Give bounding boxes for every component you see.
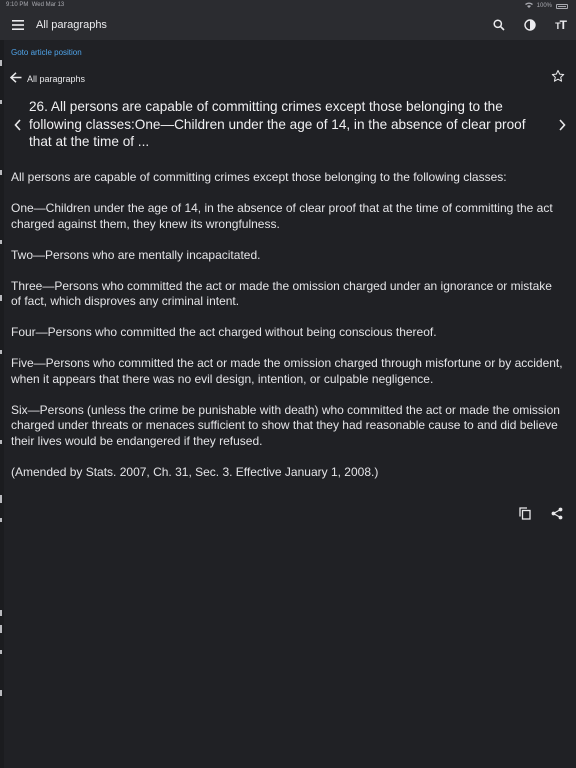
status-right: 100% (524, 2, 568, 10)
article-paragraph: All persons are capable of committing cr… (11, 170, 507, 184)
battery-icon (556, 3, 568, 9)
article-heading: 26. All persons are capable of committin… (29, 99, 526, 150)
app-bar-actions: TT (483, 10, 576, 40)
app-bar: All paragraphs TT (0, 10, 576, 40)
goto-article-position-link[interactable]: Goto article position (11, 48, 82, 57)
edge-mark (0, 625, 2, 633)
hamburger-menu-icon[interactable] (0, 10, 36, 40)
back-label: All paragraphs (27, 74, 86, 84)
edge-mark (0, 240, 2, 244)
status-time-text: 9:10 PM (6, 2, 29, 8)
star-outline-icon[interactable] (551, 69, 565, 88)
article-paragraph: Six—Persons (unless the crime be punisha… (11, 402, 560, 448)
edge-mark (0, 518, 2, 522)
edge-mark (0, 60, 2, 66)
edge-mark (0, 170, 2, 175)
edge-mark (0, 440, 2, 444)
share-icon[interactable] (548, 505, 566, 521)
edge-mark (0, 495, 2, 503)
article-amendment-note: (Amended by Stats. 2007, Ch. 31, Sec. 3.… (11, 464, 379, 479)
article-paragraph: Five—Persons who committed the act or ma… (11, 356, 563, 386)
app-bar-title: All paragraphs (36, 19, 107, 31)
back-to-all-paragraphs[interactable]: All paragraphs (9, 70, 86, 88)
status-time: 9:10 PM Wed Mar 13 (6, 2, 64, 8)
contrast-icon[interactable] (514, 10, 545, 40)
article-heading-section: 26. All persons are capable of committin… (0, 98, 576, 154)
article-paragraph: Four—Persons who committed the act charg… (11, 325, 437, 339)
chevron-left-icon[interactable] (14, 118, 22, 136)
chevron-right-icon[interactable] (558, 118, 566, 136)
font-size-icon[interactable]: TT (545, 10, 576, 40)
copy-icon[interactable] (516, 505, 534, 521)
status-date-text: Wed Mar 13 (31, 2, 65, 8)
status-bar: 9:10 PM Wed Mar 13 100% (0, 0, 576, 10)
font-size-glyph: TT (555, 18, 567, 32)
article-paragraph: One—Children under the age of 14, in the… (11, 201, 553, 231)
search-icon[interactable] (483, 10, 514, 40)
article-actions (516, 505, 566, 521)
edge-mark (0, 650, 2, 654)
edge-mark (0, 690, 2, 696)
article-body: All persons are capable of committing cr… (11, 170, 563, 496)
article-paragraph: Two—Persons who are mentally incapacitat… (11, 247, 261, 262)
edge-mark (0, 295, 2, 301)
edge-mark (0, 350, 2, 354)
wifi-icon (524, 2, 533, 10)
battery-percent: 100% (536, 3, 552, 9)
article-paragraph: Three—Persons who committed the act or m… (11, 278, 552, 309)
edge-mark (0, 610, 2, 616)
arrow-left-icon (9, 70, 22, 88)
